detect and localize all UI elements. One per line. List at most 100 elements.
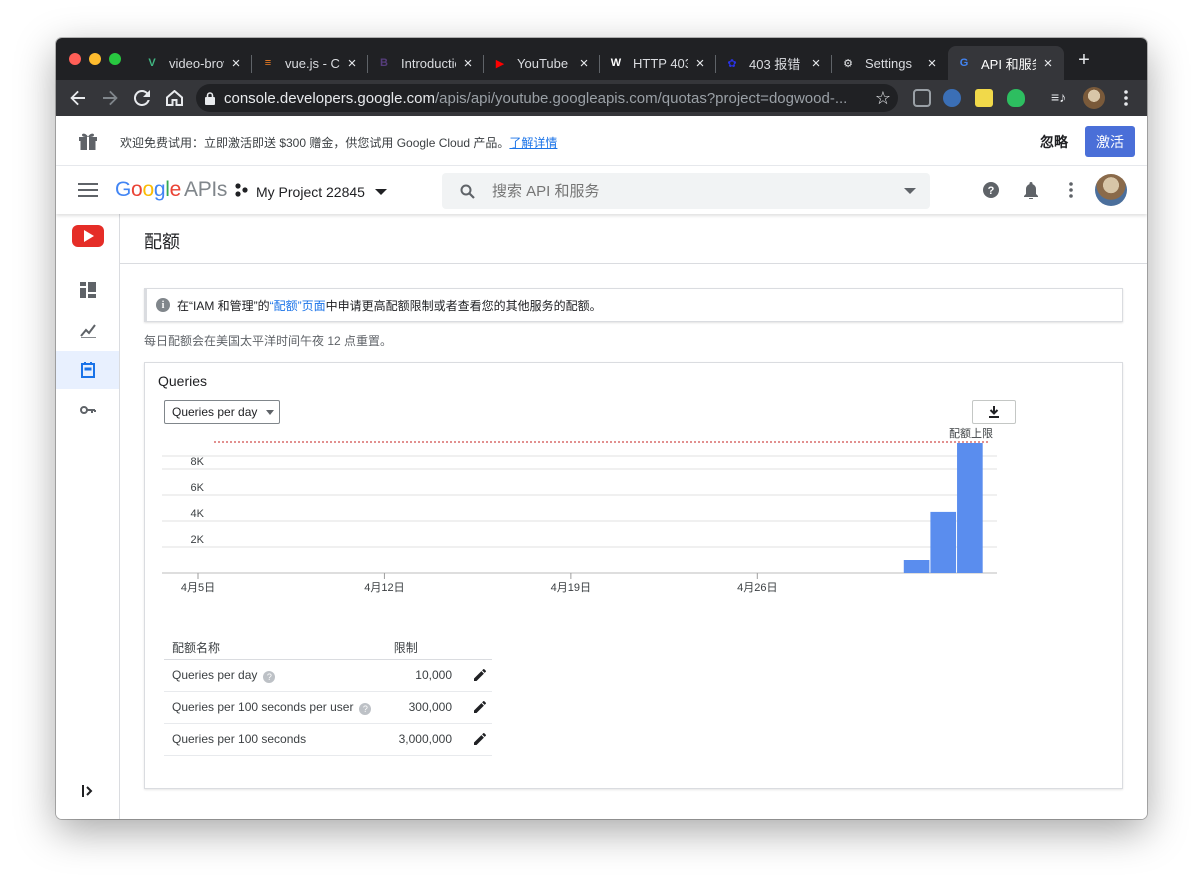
profile-avatar-icon[interactable] xyxy=(1083,87,1105,109)
download-button[interactable] xyxy=(972,400,1016,424)
url-text: console.developers.google.com/apis/api/y… xyxy=(224,89,848,107)
edit-pencil-icon[interactable] xyxy=(468,733,492,745)
reload-button[interactable] xyxy=(130,86,154,110)
reload-icon xyxy=(134,90,150,106)
browser-tab[interactable]: ≡ vue.js - Ca× xyxy=(252,46,368,80)
edit-cell xyxy=(460,659,492,692)
hamburger-menu-icon[interactable] xyxy=(78,183,98,197)
learn-more-link[interactable]: 了解详情 xyxy=(509,136,557,150)
download-icon xyxy=(989,406,999,418)
google-apis-logo[interactable]: Google APIs xyxy=(115,178,227,202)
reset-note: 每日配额会在美国太平洋时间午夜 12 点重置。 xyxy=(144,334,393,348)
edit-pencil-icon[interactable] xyxy=(468,701,492,713)
chevron-down-icon xyxy=(374,188,387,195)
evernote-extension-icon[interactable] xyxy=(1007,89,1025,107)
tab-favicon-icon: V xyxy=(148,57,156,69)
free-trial-banner: 欢迎免费试用：立即激活即送 $300 赠金，供您试用 Google Cloud … xyxy=(56,116,1147,166)
tab-label: Introduction xyxy=(401,55,456,71)
info-banner: i 在“IAM 和管理”的 “配额”页面 中申请更高配额限制或者查看您的其他服务的配… xyxy=(144,288,1123,322)
quotas-nav-icon[interactable] xyxy=(56,351,119,389)
project-name: My Project 22845 xyxy=(256,183,365,200)
activate-button[interactable]: 激活 xyxy=(1085,126,1135,157)
credentials-key-icon[interactable] xyxy=(56,391,119,429)
project-dots-icon xyxy=(234,183,248,200)
account-avatar[interactable] xyxy=(1095,174,1127,206)
minimize-window-button[interactable] xyxy=(89,53,101,65)
quota-card: Queries Queries per day 2K 4K 6K 8K 4月5日 4月12… xyxy=(144,362,1123,789)
notifications-bell-icon[interactable] xyxy=(1022,181,1040,199)
side-rail xyxy=(56,214,120,819)
search-box[interactable] xyxy=(442,173,930,209)
tab-label: video-brow xyxy=(169,55,224,71)
help-icon[interactable]: ? xyxy=(263,670,276,683)
home-button[interactable] xyxy=(162,86,186,110)
home-icon xyxy=(165,90,183,106)
y-tick-label: 2K xyxy=(191,534,205,546)
search-input[interactable] xyxy=(492,182,890,200)
tab-close-icon[interactable]: × xyxy=(808,55,824,72)
y-tick-label: 4K xyxy=(191,508,205,520)
chart-bar xyxy=(957,443,983,573)
search-expand-icon[interactable] xyxy=(890,188,930,194)
expand-rail-icon[interactable] xyxy=(56,772,119,810)
browser-tab[interactable]: B Introduction× xyxy=(368,46,484,80)
tab-label: API 和服务 xyxy=(981,56,1036,72)
edit-cell xyxy=(460,691,492,724)
more-vert-icon[interactable] xyxy=(1062,181,1080,199)
browser-toolbar: console.developers.google.com/apis/api/y… xyxy=(56,80,1147,116)
back-button[interactable] xyxy=(66,86,90,110)
quota-name: Queries per 100 seconds per user xyxy=(172,699,354,714)
browser-tab[interactable]: ⚙ Settings × xyxy=(832,46,948,80)
tab-close-icon[interactable]: × xyxy=(460,55,476,72)
metrics-nav-icon[interactable] xyxy=(56,311,119,349)
y-tick-label: 8K xyxy=(191,456,205,468)
chart-bar xyxy=(930,511,957,573)
tab-close-icon[interactable]: × xyxy=(1040,55,1056,72)
browser-tab[interactable]: Vvideo-brow× xyxy=(136,46,252,80)
tab-favicon-icon: ✿ xyxy=(727,57,737,70)
browser-tab[interactable]: W HTTP 403 × xyxy=(600,46,716,80)
tab-favicon-icon: B xyxy=(380,57,388,69)
edit-pencil-icon[interactable] xyxy=(468,669,492,681)
address-bar[interactable]: console.developers.google.com/apis/api/y… xyxy=(196,84,898,112)
tab-close-icon[interactable]: × xyxy=(692,55,708,72)
close-window-button[interactable] xyxy=(69,53,81,65)
browser-tab[interactable]: ✿ 403 报错 × xyxy=(716,46,832,80)
browser-tab[interactable]: ▶ YouTube × xyxy=(484,46,600,80)
quota-name-cell: Queries per 100 seconds per user? xyxy=(164,691,386,724)
browser-tab[interactable]: G API 和服务× xyxy=(948,46,1064,80)
bookmark-star-icon[interactable]: ☆ xyxy=(868,88,898,109)
project-selector[interactable]: My Project 22845 xyxy=(234,183,387,200)
help-icon[interactable]: ? xyxy=(359,702,372,715)
google-wordmark: Google xyxy=(115,178,181,201)
dismiss-button[interactable]: 忽略 xyxy=(1040,132,1068,152)
extension-owl-icon[interactable] xyxy=(943,89,961,107)
column-header-edit xyxy=(460,637,492,660)
tab-close-icon[interactable]: × xyxy=(576,55,592,72)
y-tick-label: 6K xyxy=(191,482,205,494)
dashboard-nav-icon[interactable] xyxy=(56,271,119,309)
quota-name-cell: Queries per 100 seconds xyxy=(164,723,386,756)
column-header-name: 配额名称 xyxy=(164,637,386,660)
forward-button[interactable] xyxy=(98,86,122,110)
quota-metric-select[interactable]: Queries per day xyxy=(164,400,280,424)
tab-label: Settings xyxy=(865,55,912,71)
maximize-window-button[interactable] xyxy=(109,53,121,65)
extension-note-icon[interactable] xyxy=(975,89,993,107)
tab-close-icon[interactable]: × xyxy=(924,55,940,72)
quota-limit-cell: 300,000 xyxy=(385,691,460,724)
edit-cell xyxy=(460,723,492,756)
tab-favicon-icon: W xyxy=(610,57,622,69)
pocket-extension-icon[interactable] xyxy=(913,89,931,107)
browser-menu-icon[interactable] xyxy=(1114,86,1138,110)
tab-close-icon[interactable]: × xyxy=(344,55,360,72)
column-header-limit: 限制 xyxy=(385,637,460,660)
info-icon: i xyxy=(156,298,170,312)
media-control-icon[interactable]: ≡♪ xyxy=(1051,89,1069,107)
main-content: 配额 i 在“IAM 和管理”的 “配额”页面 中申请更高配额限制或者查看您的其他服… xyxy=(120,214,1147,819)
new-tab-button[interactable]: + xyxy=(1074,50,1094,70)
quotas-page-link[interactable]: “配额”页面 xyxy=(270,297,326,314)
tab-close-icon[interactable]: × xyxy=(228,55,244,72)
help-icon[interactable]: ? xyxy=(982,181,1000,199)
youtube-logo-icon xyxy=(72,225,104,247)
